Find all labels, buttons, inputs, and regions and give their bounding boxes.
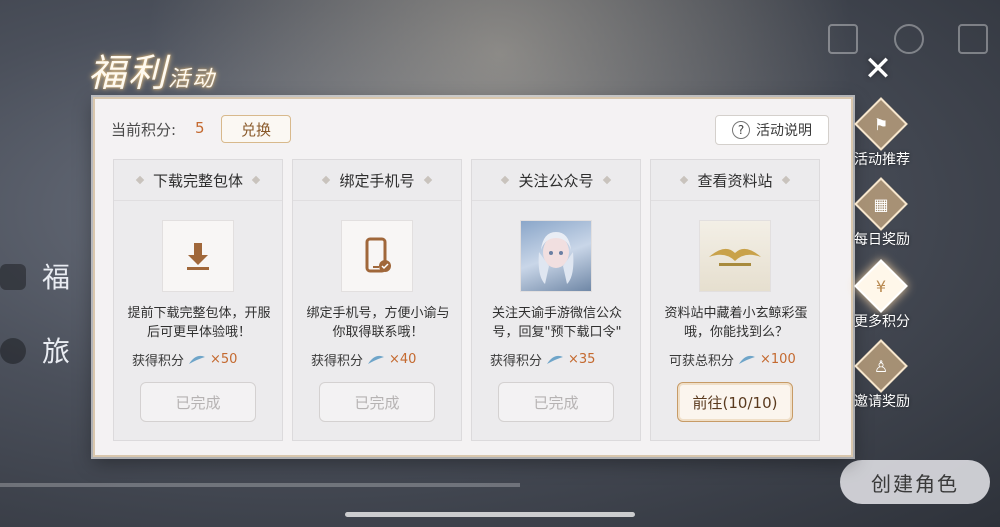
background-bottom-strip	[0, 455, 520, 495]
question-icon: ?	[732, 121, 750, 139]
card-title: 下载完整包体	[152, 171, 243, 190]
character-portrait	[520, 220, 592, 292]
activity-panel: 当前积分: 5 兑换 ? 活动说明 下载完整包体 提前下载完整包体，开服后可更早…	[93, 97, 853, 457]
side-nav-item-invite[interactable]: ♙ 邀请奖励	[842, 339, 932, 417]
card-description: 提前下载完整包体，开服后可更早体验哦！	[127, 306, 271, 340]
card-description: 资料站中藏着小玄鲸彩蛋哦，你能找到么？	[664, 306, 808, 340]
task-completed-button[interactable]: 已完成	[140, 382, 256, 422]
diamond-icon	[251, 175, 261, 185]
card-header: 查看资料站	[651, 160, 819, 201]
background-list-item: 福	[0, 256, 90, 316]
diamond-icon	[135, 175, 145, 185]
exchange-button[interactable]: 兑换	[221, 115, 291, 143]
reward-label: 可获总积分	[669, 354, 735, 369]
task-completed-button[interactable]: 已完成	[498, 382, 614, 422]
help-label: 活动说明	[756, 123, 812, 139]
diamond-icon	[423, 175, 432, 185]
task-card-download: 下载完整包体 提前下载完整包体，开服后可更早体验哦！ 获得积分 ×50 已完成	[113, 159, 283, 441]
money-bag-icon: ¥	[875, 276, 887, 296]
diamond-icon	[322, 175, 331, 185]
side-nav-item-recommend[interactable]: ⚑ 活动推荐	[842, 97, 932, 175]
download-icon	[162, 220, 234, 292]
card-description: 绑定手机号，方便小谕与你取得联系哦！	[306, 306, 450, 340]
feather-icon	[739, 355, 756, 364]
reward-value: ×100	[760, 352, 796, 367]
activity-help-button[interactable]: ? 活动说明	[715, 115, 829, 145]
page-title: 福利活动	[88, 42, 217, 95]
diamond-icon	[680, 175, 689, 185]
side-nav-item-more-points[interactable]: ¥ 更多积分	[842, 259, 932, 337]
reward-label: 获得积分	[132, 354, 185, 369]
close-icon[interactable]: ✕	[860, 52, 896, 88]
feather-icon	[368, 355, 385, 364]
card-title: 关注公众号	[518, 171, 594, 190]
calendar-icon: ▦	[873, 194, 889, 214]
diamond-icon	[602, 175, 611, 185]
feather-icon	[547, 355, 564, 364]
phone-icon	[341, 220, 413, 292]
card-reward: 可获总积分 ×100	[669, 350, 796, 369]
title-main: 福利	[88, 51, 169, 95]
task-card-follow: 关注公众号 关注天谕手游微信公众号，回复"预下载口令" 获得积分 ×35 已完成	[471, 159, 641, 441]
task-card-wiki: 查看资料站 资料站中藏着小玄鲸彩蛋哦，你能找到么？ 可获总积分 ×100 前往(…	[650, 159, 820, 441]
go-to-wiki-button[interactable]: 前往(10/10)	[677, 382, 793, 422]
feather-icon	[189, 355, 206, 364]
card-header: 关注公众号	[472, 160, 640, 201]
diamond-icon	[781, 175, 790, 185]
card-reward: 获得积分 ×50	[132, 350, 237, 369]
create-role-button[interactable]: 创建角色	[840, 460, 990, 504]
card-title: 绑定手机号	[339, 171, 415, 190]
title-sub: 活动	[168, 67, 217, 92]
side-nav-item-daily[interactable]: ▦ 每日奖励	[842, 177, 932, 255]
card-reward: 获得积分 ×40	[311, 350, 416, 369]
flag-icon: ⚑	[873, 114, 889, 134]
home-indicator	[345, 512, 635, 517]
card-header: 下载完整包体	[114, 160, 282, 201]
task-card-phone: 绑定手机号 绑定手机号，方便小谕与你取得联系哦！ 获得积分 ×40 已完成	[292, 159, 462, 441]
background-top-icons	[828, 24, 988, 64]
reward-value: ×50	[210, 352, 238, 367]
user-add-icon: ♙	[873, 356, 889, 376]
card-title: 查看资料站	[697, 171, 773, 190]
reward-value: ×40	[389, 352, 417, 367]
reward-value: ×35	[568, 352, 596, 367]
diamond-icon	[501, 175, 510, 185]
points-label: 当前积分:	[111, 121, 177, 139]
game-logo	[699, 220, 771, 292]
card-header: 绑定手机号	[293, 160, 461, 201]
card-reward: 获得积分 ×35	[490, 350, 595, 369]
points-value: 5	[195, 119, 205, 137]
card-description: 关注天谕手游微信公众号，回复"预下载口令"	[491, 306, 622, 340]
reward-label: 获得积分	[311, 354, 364, 369]
reward-label: 获得积分	[490, 354, 543, 369]
side-nav: ⚑ 活动推荐 ▦ 每日奖励 ¥ 更多积分 ♙ 邀请奖励	[842, 97, 932, 410]
task-completed-button[interactable]: 已完成	[319, 382, 435, 422]
background-list-item: 旅	[0, 330, 90, 390]
